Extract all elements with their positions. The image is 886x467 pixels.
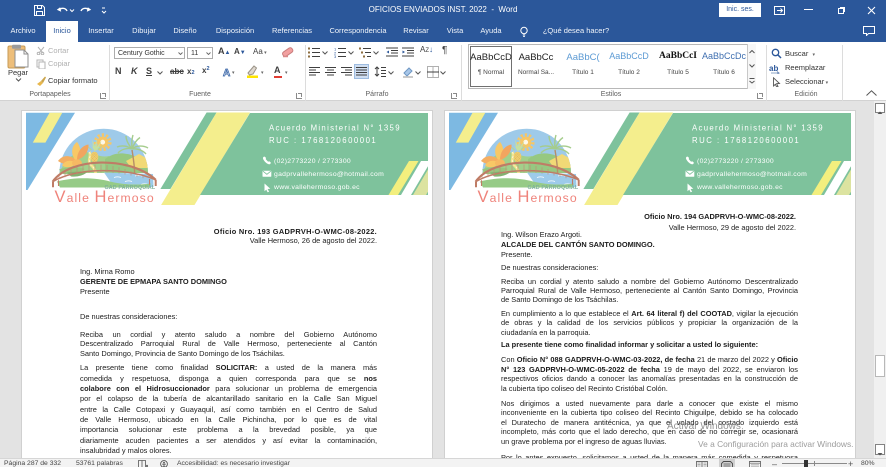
svg-text:(02)2773220 / 2773300: (02)2773220 / 2773300 (697, 158, 774, 165)
svg-text:GAD PARROQUIAL: GAD PARROQUIAL (105, 185, 156, 191)
svg-text:RUC : 1768120600001: RUC : 1768120600001 (692, 136, 800, 145)
svg-text:gadprvallehermoso@hotmail.com: gadprvallehermoso@hotmail.com (274, 171, 384, 178)
svg-text:gadprvallehermoso@hotmail.com: gadprvallehermoso@hotmail.com (697, 171, 807, 178)
svg-text:Valle Hermoso: Valle Hermoso (478, 188, 578, 206)
svg-text:Acuerdo Ministerial N° 1359: Acuerdo Ministerial N° 1359 (692, 124, 824, 133)
svg-text:Acuerdo Ministerial N° 1359: Acuerdo Ministerial N° 1359 (269, 124, 401, 133)
svg-text:www.vallehermoso.gob.ec: www.vallehermoso.gob.ec (273, 184, 360, 191)
svg-text:www.vallehermoso.gob.ec: www.vallehermoso.gob.ec (696, 184, 783, 191)
svg-text:Valle Hermoso: Valle Hermoso (55, 188, 155, 206)
svg-text:GAD PARROQUIAL: GAD PARROQUIAL (528, 185, 579, 191)
svg-text:(02)2773220 / 2773300: (02)2773220 / 2773300 (274, 158, 351, 165)
svg-text:RUC : 1768120600001: RUC : 1768120600001 (269, 136, 377, 145)
